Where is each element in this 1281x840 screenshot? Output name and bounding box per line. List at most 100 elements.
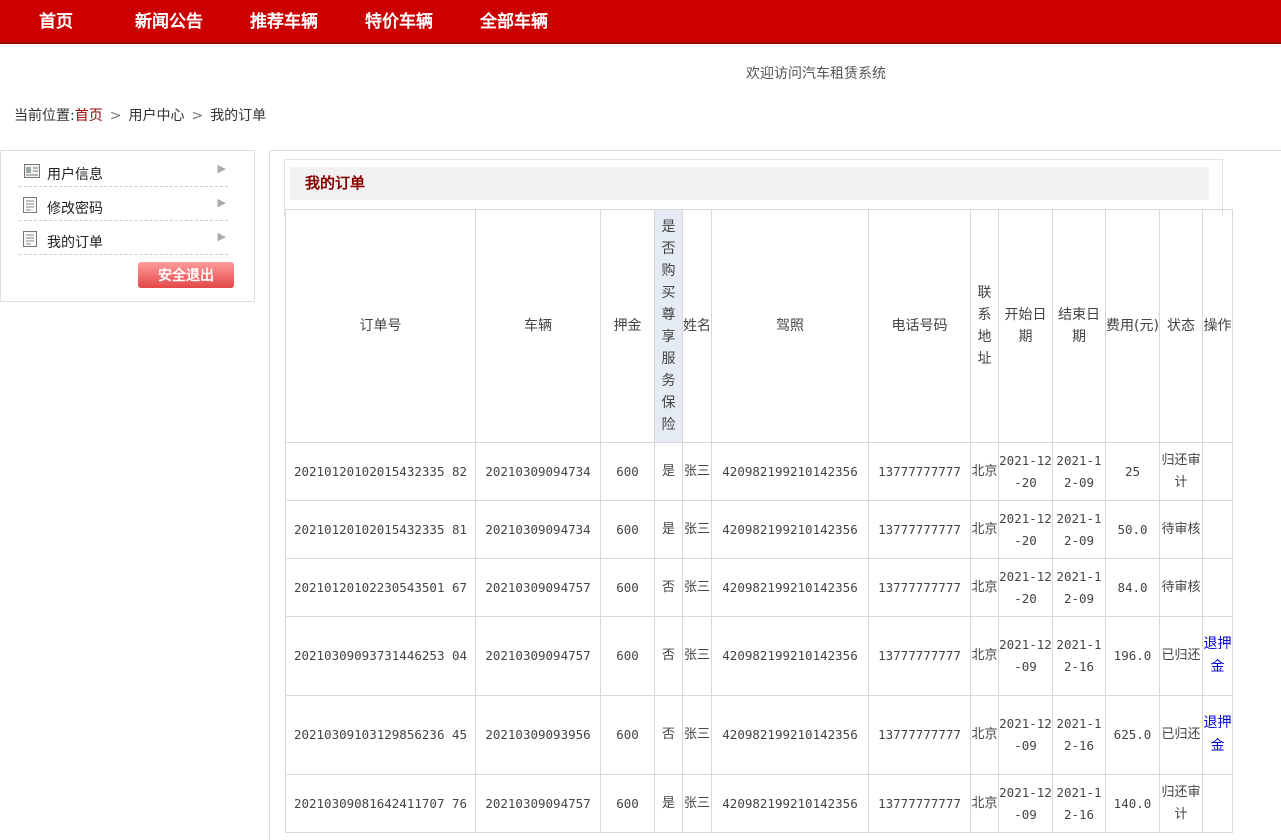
cell-fee: 50.0 (1105, 500, 1160, 559)
col-header: 开始日期 (998, 209, 1053, 443)
cell-deposit: 600 (600, 616, 655, 696)
cell-end: 2021-12-09 (1052, 442, 1106, 501)
cell-end: 2021-12-16 (1052, 774, 1106, 833)
page-title: 我的订单 (290, 167, 1209, 200)
cell-name: 张三 (682, 695, 712, 775)
cell-status: 已归还 (1159, 695, 1203, 775)
cell-end: 2021-12-16 (1052, 695, 1106, 775)
logout-button[interactable]: 安全退出 (138, 262, 234, 288)
col-header: 车辆 (475, 209, 601, 443)
cell-deposit: 600 (600, 500, 655, 559)
breadcrumb-separator: > (191, 108, 204, 124)
col-header: 操作 (1202, 209, 1233, 443)
breadcrumb-current: 我的订单 (210, 108, 267, 124)
document-icon (23, 231, 37, 247)
nav-news[interactable]: 新闻公告 (135, 0, 203, 44)
cell-action (1202, 500, 1233, 559)
cell-license: 420982199210142356 (711, 558, 869, 617)
cell-insurance: 否 (654, 616, 683, 696)
cell-order-no: 20210309103129856236 45 (285, 695, 476, 775)
table-row: 20210120102015432335 81 20210309094734 600… (285, 500, 1233, 559)
col-header: 电话号码 (868, 209, 971, 443)
sidebar-item-change-password[interactable]: 修改密码 ▶ (19, 188, 228, 221)
cell-status: 待审核 (1159, 558, 1203, 617)
breadcrumb: 当前位置:首页 > 用户中心 > 我的订单 (14, 105, 266, 125)
col-header: 费用(元) (1105, 209, 1160, 443)
nav-home[interactable]: 首页 (39, 0, 73, 44)
cell-insurance: 是 (654, 442, 683, 501)
sidebar-item-user-info[interactable]: 用户信息 ▶ (19, 154, 228, 187)
cell-name: 张三 (682, 616, 712, 696)
cell-name: 张三 (682, 558, 712, 617)
cell-fee: 140.0 (1105, 774, 1160, 833)
table-row: 20210309081642411707 76 20210309094757 600… (285, 774, 1233, 833)
cell-start: 2021-12-20 (998, 558, 1053, 617)
table-row: 20210309103129856236 45 20210309093956 600… (285, 695, 1233, 775)
cell-phone: 13777777777 (868, 500, 971, 559)
cell-phone: 13777777777 (868, 442, 971, 501)
cell-fee: 196.0 (1105, 616, 1160, 696)
nav-recommended[interactable]: 推荐车辆 (250, 0, 318, 44)
cell-license: 420982199210142356 (711, 774, 869, 833)
col-header: 押金 (600, 209, 655, 443)
cell-end: 2021-12-16 (1052, 616, 1106, 696)
top-nav: 首页 新闻公告 推荐车辆 特价车辆 全部车辆 (0, 0, 1281, 44)
table-row: 20210309093731446253 04 20210309094757 600… (285, 616, 1233, 696)
cell-phone: 13777777777 (868, 558, 971, 617)
cell-fee: 25 (1105, 442, 1160, 501)
col-header: 联系地址 (970, 209, 999, 443)
cell-action: 退押金 (1202, 695, 1233, 775)
refund-deposit-link[interactable]: 退押金 (1204, 636, 1232, 675)
cell-phone: 13777777777 (868, 616, 971, 696)
table-header-row: 订单号 车辆 押金 是否购买尊享服务保险 姓名 驾照 电话号码 联系地址 开始日… (285, 209, 1233, 443)
cell-start: 2021-12-09 (998, 695, 1053, 775)
cell-order-no: 20210120102015432335 81 (285, 500, 476, 559)
cell-address: 北京 (970, 774, 999, 833)
cell-fee: 84.0 (1105, 558, 1160, 617)
cell-deposit: 600 (600, 695, 655, 775)
nav-special[interactable]: 特价车辆 (365, 0, 433, 44)
cell-start: 2021-12-20 (998, 442, 1053, 501)
cell-deposit: 600 (600, 558, 655, 617)
cell-fee: 625.0 (1105, 695, 1160, 775)
cell-start: 2021-12-09 (998, 616, 1053, 696)
cell-order-no: 20210120102230543501 67 (285, 558, 476, 617)
breadcrumb-prefix: 当前位置: (14, 108, 75, 124)
cell-phone: 13777777777 (868, 695, 971, 775)
cell-insurance: 是 (654, 500, 683, 559)
document-icon (23, 197, 37, 213)
col-header: 是否购买尊享服务保险 (654, 209, 683, 443)
cell-deposit: 600 (600, 442, 655, 501)
cell-license: 420982199210142356 (711, 616, 869, 696)
id-card-icon (24, 164, 40, 178)
cell-license: 420982199210142356 (711, 500, 869, 559)
cell-action (1202, 558, 1233, 617)
cell-order-no: 20210309093731446253 04 (285, 616, 476, 696)
cell-name: 张三 (682, 442, 712, 501)
cell-name: 张三 (682, 774, 712, 833)
refund-deposit-link[interactable]: 退押金 (1204, 715, 1232, 754)
cell-address: 北京 (970, 442, 999, 501)
cell-phone: 13777777777 (868, 774, 971, 833)
col-header: 订单号 (285, 209, 476, 443)
welcome-text: 欢迎访问汽车租赁系统 (746, 66, 886, 82)
sidebar: 用户信息 ▶ 修改密码 ▶ 我的订单 ▶ 安全退出 (0, 150, 255, 302)
cell-status: 已归还 (1159, 616, 1203, 696)
cell-insurance: 是 (654, 774, 683, 833)
cell-address: 北京 (970, 500, 999, 559)
sidebar-item-my-orders[interactable]: 我的订单 ▶ (19, 222, 228, 255)
cell-end: 2021-12-09 (1052, 558, 1106, 617)
cell-vehicle: 20210309094757 (475, 558, 601, 617)
orders-table-body: 20210120102015432335 82 20210309094734 600… (285, 442, 1233, 833)
nav-all[interactable]: 全部车辆 (480, 0, 548, 44)
breadcrumb-home-link[interactable]: 首页 (75, 108, 103, 124)
breadcrumb-user-center[interactable]: 用户中心 (128, 108, 184, 124)
cell-status: 归还审计 (1159, 774, 1203, 833)
cell-action (1202, 774, 1233, 833)
cell-address: 北京 (970, 616, 999, 696)
cell-deposit: 600 (600, 774, 655, 833)
chevron-right-icon: ▶ (217, 162, 226, 175)
cell-action: 退押金 (1202, 616, 1233, 696)
table-row: 20210120102015432335 82 20210309094734 600… (285, 442, 1233, 501)
sidebar-item-label: 我的订单 (47, 235, 103, 251)
